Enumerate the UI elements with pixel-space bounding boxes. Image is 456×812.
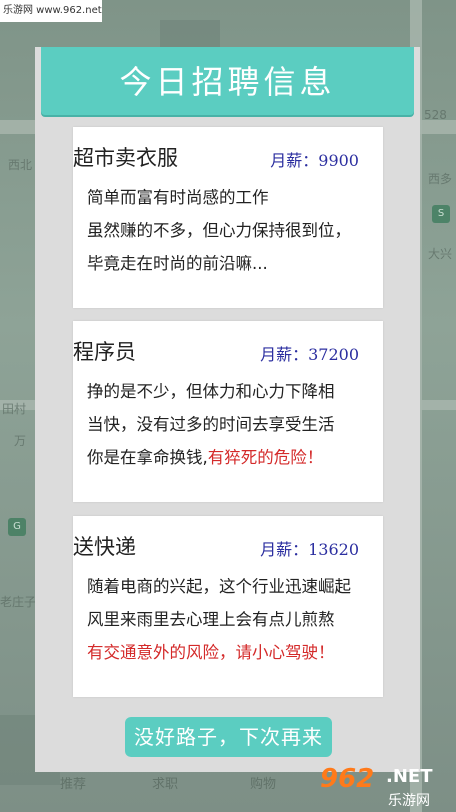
description-text: 你是在拿命换钱, xyxy=(87,448,208,467)
map-label: 大兴 xyxy=(428,247,453,261)
job-card[interactable]: 程序员 月薪：37200 挣的是不少，但体力和心力下降相 当快，没有过多的时间去… xyxy=(73,321,383,502)
bottom-tab[interactable]: 推荐 xyxy=(60,773,86,792)
logo-number: 962 xyxy=(320,764,375,794)
job-description: 随着电商的兴起，这个行业迅速崛起 风里来雨里去心理上会有点儿煎熬 有交通意外的风… xyxy=(87,570,375,669)
map-label: 西北 xyxy=(8,158,33,172)
description-line: 当快，没有过多的时间去享受生活 xyxy=(87,415,335,434)
description-line: 挣的是不少，但体力和心力下降相 xyxy=(87,382,335,401)
job-dialog: 今日招聘信息 超市卖衣服 月薪：9900 简单而富有时尚感的工作 虽然赚的不多，… xyxy=(35,47,420,772)
job-title: 超市卖衣服 xyxy=(73,146,178,170)
logo-cn: 乐游网 xyxy=(388,793,430,809)
map-marker-icon: G xyxy=(8,518,26,536)
map-marker-icon: S xyxy=(432,205,450,223)
site-logo: 962 .NET 乐游网 xyxy=(316,764,456,812)
bottom-tab-bar: 推荐 求职 购物 xyxy=(40,773,330,803)
description-line: 毕竟走在时尚的前沿嘛... xyxy=(87,254,268,273)
dialog-title: 今日招聘信息 xyxy=(119,63,336,101)
description-line: 风里来雨里去心理上会有点儿煎熬 xyxy=(87,610,335,629)
bottom-tab[interactable]: 求职 xyxy=(152,773,178,792)
dialog-header: 今日招聘信息 xyxy=(41,47,414,115)
map-label: 老庄子 xyxy=(0,595,37,609)
skip-button[interactable]: 没好路子，下次再来 xyxy=(125,717,332,757)
description-line: 随着电商的兴起，这个行业迅速崛起 xyxy=(87,577,351,596)
job-salary: 月薪：9900 xyxy=(270,151,359,170)
description-line: 虽然赚的不多，但心力保持很到位， xyxy=(87,221,351,240)
description-line: 你是在拿命换钱,有猝死的危险！ xyxy=(87,441,375,474)
warning-text: 有交通意外的风险，请小心驾驶！ xyxy=(87,643,335,662)
warning-text: 有猝死的危险！ xyxy=(207,448,324,467)
map-label: 西多 xyxy=(428,172,453,186)
map-label: 万 xyxy=(14,434,27,448)
job-salary: 月薪：37200 xyxy=(260,345,359,364)
job-card[interactable]: 送快递 月薪：13620 随着电商的兴起，这个行业迅速崛起 风里来雨里去心理上会… xyxy=(73,516,383,697)
logo-net: .NET xyxy=(386,766,433,787)
job-title: 程序员 xyxy=(73,340,136,364)
watermark: 乐游网 www.962.net xyxy=(0,0,102,22)
bottom-tab[interactable]: 购物 xyxy=(250,773,276,792)
job-card[interactable]: 超市卖衣服 月薪：9900 简单而富有时尚感的工作 虽然赚的不多，但心力保持很到… xyxy=(73,127,383,308)
description-line: 简单而富有时尚感的工作 xyxy=(87,188,269,207)
map-label: 田村 xyxy=(2,402,27,416)
job-title: 送快递 xyxy=(73,535,136,559)
job-salary: 月薪：13620 xyxy=(260,540,359,559)
job-description: 简单而富有时尚感的工作 虽然赚的不多，但心力保持很到位， 毕竟走在时尚的前沿嘛.… xyxy=(87,181,375,280)
map-block xyxy=(160,20,220,48)
job-description: 挣的是不少，但体力和心力下降相 当快，没有过多的时间去享受生活 你是在拿命换钱,… xyxy=(87,375,375,474)
map-label: 528 xyxy=(424,108,447,122)
